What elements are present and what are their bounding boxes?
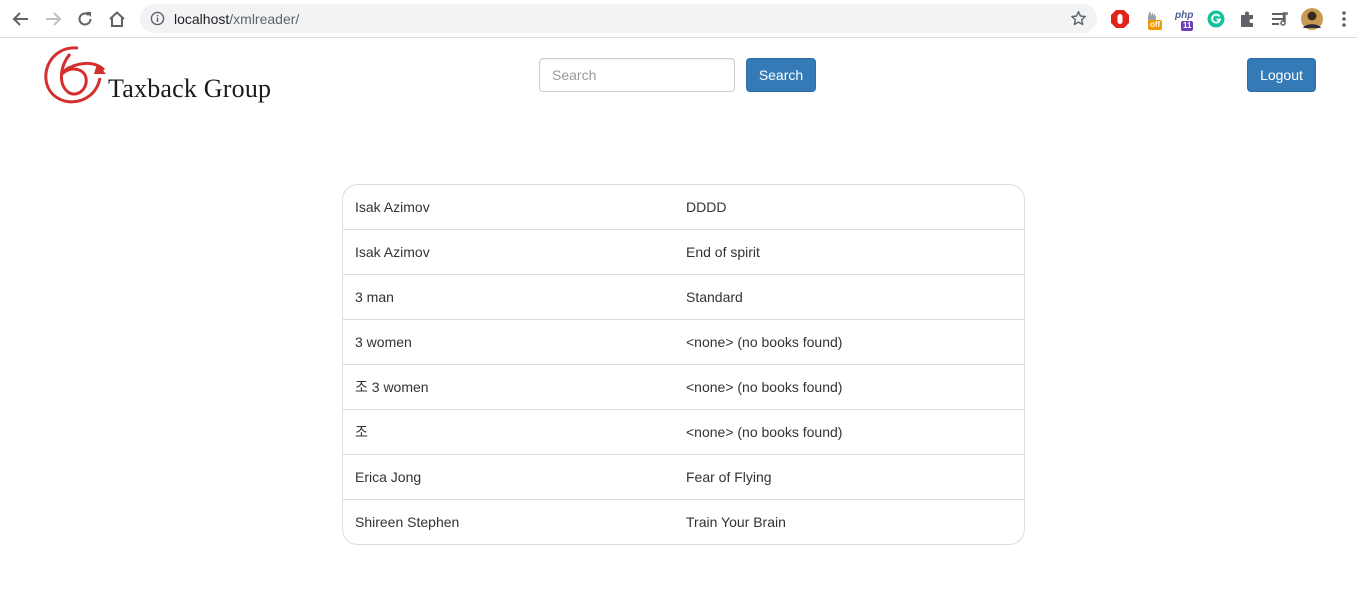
title-cell: <none> (no books found) bbox=[686, 334, 843, 350]
table-row: Erica Jong Fear of Flying bbox=[343, 454, 1024, 499]
search-button[interactable]: Search bbox=[746, 58, 816, 92]
php-badge: 11 bbox=[1181, 21, 1194, 31]
grammarly-icon[interactable] bbox=[1205, 8, 1227, 30]
author-cell: Erica Jong bbox=[355, 469, 422, 485]
arrow-left-icon bbox=[12, 12, 28, 26]
info-icon[interactable] bbox=[150, 11, 165, 26]
table-row: 조 <none> (no books found) bbox=[343, 409, 1024, 454]
title-cell: Standard bbox=[686, 289, 743, 305]
avatar[interactable] bbox=[1300, 7, 1324, 31]
back-button[interactable] bbox=[8, 6, 34, 32]
table-row: 3 women <none> (no books found) bbox=[343, 319, 1024, 364]
author-cell: Isak Azimov bbox=[355, 199, 430, 215]
off-badge: off bbox=[1148, 20, 1163, 30]
reload-icon bbox=[78, 12, 92, 26]
table-row: 조 3 women <none> (no books found) bbox=[343, 364, 1024, 409]
media-queue-icon[interactable] bbox=[1269, 8, 1291, 30]
logout-button[interactable]: Logout bbox=[1247, 58, 1316, 92]
home-button[interactable] bbox=[104, 6, 130, 32]
browser-toolbar: localhost/xmlreader/ off php 11 bbox=[0, 0, 1357, 38]
url-host: localhost bbox=[174, 11, 230, 27]
forward-button[interactable] bbox=[40, 6, 66, 32]
author-cell: Shireen Stephen bbox=[355, 514, 460, 530]
table-row: 3 man Standard bbox=[343, 274, 1024, 319]
taxback-logo-icon bbox=[44, 46, 106, 104]
table-row: Isak Azimov DDDD bbox=[343, 185, 1024, 229]
php-label: php bbox=[1175, 10, 1194, 21]
author-cell: 3 man bbox=[355, 289, 394, 305]
php-extension-icon[interactable]: php 11 bbox=[1175, 8, 1197, 31]
books-table: Isak Azimov DDDD Isak Azimov End of spirit 3… bbox=[342, 184, 1025, 545]
url-path: /xmlreader/ bbox=[229, 11, 300, 27]
puzzle-icon[interactable] bbox=[1237, 8, 1259, 30]
url-text[interactable]: localhost/xmlreader/ bbox=[174, 11, 299, 27]
star-icon[interactable] bbox=[1070, 10, 1087, 27]
title-cell: Fear of Flying bbox=[686, 469, 772, 485]
reload-button[interactable] bbox=[72, 6, 98, 32]
title-cell: End of spirit bbox=[686, 244, 760, 260]
title-cell: <none> (no books found) bbox=[686, 379, 843, 395]
title-cell: DDDD bbox=[686, 199, 727, 215]
kebab-menu-icon[interactable] bbox=[1336, 10, 1352, 28]
author-cell: 3 women bbox=[355, 334, 412, 350]
brand-logo[interactable]: Taxback Group bbox=[42, 44, 272, 108]
table-row: Isak Azimov End of spirit bbox=[343, 229, 1024, 274]
author-cell: 조 3 women bbox=[355, 379, 429, 395]
address-bar[interactable]: localhost/xmlreader/ bbox=[140, 4, 1097, 33]
title-cell: Train Your Brain bbox=[686, 514, 786, 530]
arrow-right-icon bbox=[46, 12, 62, 26]
title-cell: <none> (no books found) bbox=[686, 424, 843, 440]
search-input[interactable] bbox=[539, 58, 735, 92]
author-cell: 조 bbox=[355, 424, 368, 440]
off-extension-icon[interactable]: off bbox=[1143, 8, 1165, 30]
table-row: Shireen Stephen Train Your Brain bbox=[343, 499, 1024, 544]
author-cell: Isak Azimov bbox=[355, 244, 430, 260]
home-icon bbox=[109, 11, 125, 27]
brand-name: Taxback Group bbox=[108, 74, 272, 103]
adblock-icon[interactable] bbox=[1109, 8, 1131, 30]
